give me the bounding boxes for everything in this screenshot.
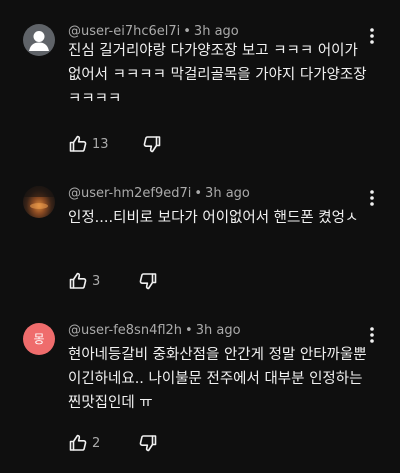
avatar[interactable]: 몽: [23, 323, 55, 355]
comment-text: 현아네등갈비 중화산점을 안간게 정말 안타까울뿐이긴하네요.. 나이불문 전주…: [68, 347, 367, 411]
like-button[interactable]: [68, 271, 88, 291]
comment-author[interactable]: @user-hm2ef9ed7i: [68, 186, 191, 201]
dislike-button[interactable]: [138, 433, 158, 453]
separator-dot: •: [185, 323, 193, 338]
comment-actions: 2: [68, 433, 158, 453]
thumbs-up-icon: [69, 135, 87, 152]
separator-dot: •: [183, 24, 191, 39]
comment-timestamp[interactable]: 3h ago: [194, 24, 239, 39]
dislike-button[interactable]: [142, 134, 162, 154]
comment-text: 인정....티비로 보다가 어이없어서 핸드폰 켰엉ㅅ: [68, 210, 359, 226]
default-profile-icon: [29, 31, 49, 51]
comment-author[interactable]: @user-ei7hc6el7i: [68, 24, 180, 39]
comment-timestamp[interactable]: 3h ago: [205, 186, 250, 201]
avatar-letter: 몽: [33, 332, 45, 346]
comment-text: 진심 길거리야랑 다가양조장 보고 ㅋㅋㅋ 어이가없어서 ㅋㅋㅋㅋ 막걸리골목을…: [68, 43, 367, 107]
comment-meta: @user-fe8sn4fl2h • 3h ago: [68, 323, 241, 338]
separator-dot: •: [194, 186, 203, 201]
comment-item: @user-ei7hc6el7i • 3h ago 진심 길거리야랑 다가양조장 보…: [0, 0, 400, 170]
thumbs-down-icon: [139, 435, 157, 452]
thumbs-down-icon: [139, 273, 157, 290]
like-button[interactable]: [68, 134, 88, 154]
like-count: 2: [92, 435, 101, 451]
like-count: 3: [92, 273, 101, 289]
comment-timestamp[interactable]: 3h ago: [196, 323, 241, 338]
more-options-button[interactable]: [362, 325, 382, 345]
comment-actions: 13: [68, 134, 162, 154]
comment-actions: 3: [68, 271, 158, 291]
comment-meta: @user-ei7hc6el7i • 3h ago: [68, 24, 239, 39]
like-count: 13: [92, 136, 109, 152]
thumbs-up-icon: [69, 434, 87, 451]
more-vertical-icon: [370, 190, 374, 206]
more-vertical-icon: [370, 327, 374, 343]
more-options-button[interactable]: [362, 188, 382, 208]
profile-photo-icon: [23, 186, 55, 209]
avatar[interactable]: [23, 24, 55, 56]
comment-item: 몽 @user-fe8sn4fl2h • 3h ago 현아네등갈비 중화산점을 안…: [0, 308, 400, 473]
comment-author[interactable]: @user-fe8sn4fl2h: [68, 323, 182, 338]
comment-item: @user-hm2ef9ed7i • 3h ago 인정....티비로 보다가 어이…: [0, 170, 400, 308]
thumbs-down-icon: [143, 136, 160, 153]
avatar[interactable]: [23, 186, 55, 218]
like-button[interactable]: [68, 433, 88, 453]
dislike-button[interactable]: [138, 271, 158, 291]
comment-meta: @user-hm2ef9ed7i • 3h ago: [68, 186, 250, 201]
thumbs-up-icon: [69, 272, 87, 289]
